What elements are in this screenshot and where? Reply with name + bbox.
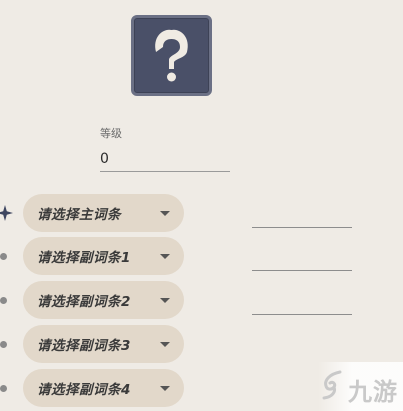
sub-stat-select-2[interactable]: 请选择副词条2	[23, 281, 184, 319]
question-mark-icon	[155, 29, 188, 82]
bullet-dot-icon	[0, 297, 7, 304]
sub-stat-select-4[interactable]: 请选择副词条4	[23, 369, 184, 407]
sub-stat-select-1[interactable]: 请选择副词条1	[23, 237, 184, 275]
chevron-down-icon	[160, 385, 170, 391]
sub-stat-value-line-1	[252, 270, 352, 271]
main-stat-select[interactable]: 请选择主词条	[23, 194, 184, 232]
bullet-dot-icon	[0, 385, 7, 392]
sub-stat-select-label: 请选择副词条2	[37, 294, 131, 310]
main-stat-select-label: 请选择主词条	[37, 207, 121, 223]
sub-stat-select-label: 请选择副词条3	[37, 338, 131, 354]
chevron-down-icon	[160, 297, 170, 303]
sub-stat-row-1: 请选择副词条1	[0, 237, 403, 277]
sub-stat-row-2: 请选择副词条2	[0, 281, 403, 321]
level-label: 等级	[100, 127, 122, 140]
main-stat-row: 请选择主词条	[0, 194, 403, 234]
main-stat-value-line	[252, 227, 352, 228]
chevron-down-icon	[160, 341, 170, 347]
bullet-dot-icon	[0, 341, 7, 348]
four-point-star-icon	[0, 205, 13, 221]
watermark-text: 九游	[348, 378, 398, 406]
level-input[interactable]	[100, 146, 230, 172]
sub-stat-select-label: 请选择副词条1	[37, 250, 131, 266]
chevron-down-icon	[160, 210, 170, 216]
artifact-slot-button[interactable]	[131, 15, 212, 96]
bullet-dot-icon	[0, 253, 7, 260]
sub-stat-select-label: 请选择副词条4	[37, 382, 131, 398]
jiuyou-logo-icon	[322, 370, 342, 400]
sub-stat-select-3[interactable]: 请选择副词条3	[23, 325, 184, 363]
chevron-down-icon	[160, 253, 170, 259]
watermark: 九游	[318, 362, 403, 411]
sub-stat-value-line-2	[252, 314, 352, 315]
sub-stat-row-3: 请选择副词条3	[0, 325, 403, 365]
